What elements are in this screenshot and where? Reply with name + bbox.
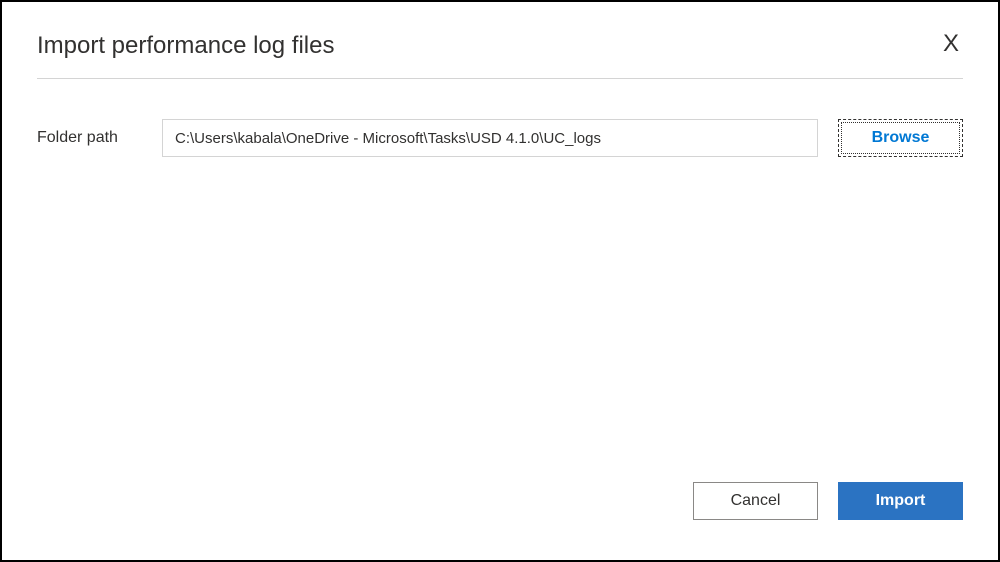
close-icon[interactable]: X <box>939 32 963 56</box>
import-dialog: Import performance log files X Folder pa… <box>2 2 998 560</box>
folder-path-input[interactable] <box>162 119 818 157</box>
folder-path-label: Folder path <box>37 129 142 147</box>
dialog-footer: Cancel Import <box>37 482 963 530</box>
dialog-title: Import performance log files <box>37 32 334 60</box>
folder-path-row: Folder path Browse <box>37 119 963 157</box>
dialog-header: Import performance log files X <box>37 32 963 79</box>
import-button[interactable]: Import <box>838 482 963 520</box>
browse-button[interactable]: Browse <box>838 119 963 157</box>
cancel-button[interactable]: Cancel <box>693 482 818 520</box>
